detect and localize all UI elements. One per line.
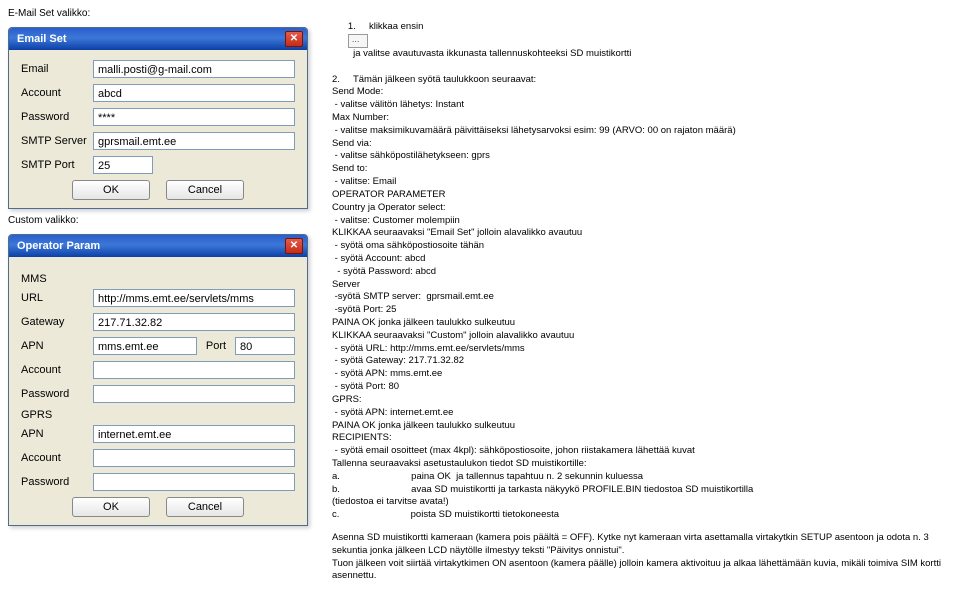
close-icon[interactable]: ✕ [285,238,303,254]
text-line: - syötä Password: abcd [332,266,952,279]
ok-button[interactable]: OK [72,497,150,517]
text-line: - syötä Account: abcd [332,253,952,266]
text-line: -syötä SMTP server: gprsmail.emt.ee [332,291,952,304]
instructions-text: 1. klikkaa ensin ja valitse avautuvasta … [332,8,952,583]
text-line: Tallenna seuraavaksi asetustaulukon tied… [332,458,952,471]
gateway-label: Gateway [21,316,93,328]
apn-field[interactable]: mms.emt.ee [93,337,197,355]
text-line: - syötä email osoitteet (max 4kpl): sähk… [332,445,952,458]
text-line: RECIPIENTS: [332,432,952,445]
smtp-port-label: SMTP Port [21,159,93,171]
apn-gprs-field[interactable]: internet.emt.ee [93,425,295,443]
text-line: PAINA OK jonka jälkeen taulukko sulkeutu… [332,420,952,433]
gprs-section-label: GPRS [21,409,295,421]
text-line: Send Mode: [332,86,952,99]
text-line: c. poista SD muistikortti tietokoneesta [332,509,952,522]
text-line: - syötä URL: http://mms.emt.ee/servlets/… [332,343,952,356]
browse-icon [348,34,368,48]
custom-caption: Custom valikko: [8,215,308,226]
smtp-port-field[interactable]: 25 [93,156,153,174]
gateway-field[interactable]: 217.71.32.82 [93,313,295,331]
text-line: - valitse: Email [332,176,952,189]
text-line: GPRS: [332,394,952,407]
close-icon[interactable]: ✕ [285,31,303,47]
text-line: - syötä APN: mms.emt.ee [332,368,952,381]
smtp-label: SMTP Server [21,135,93,147]
text-line: Send to: [332,163,952,176]
text-line: KLIKKAA seuraavaksi "Custom" jolloin ala… [332,330,952,343]
password-label: Password [21,111,93,123]
account-mms-label: Account [21,364,93,376]
smtp-field[interactable]: gprsmail.emt.ee [93,132,295,150]
text-line: - valitse maksimikuvamäärä päivittäiseks… [332,125,952,138]
text-line: Max Number: [332,112,952,125]
text-line: Send via: [332,138,952,151]
account-gprs-label: Account [21,452,93,464]
text-line: - syötä Port: 80 [332,381,952,394]
text-line: KLIKKAA seuraavaksi "Email Set" jolloin … [332,227,952,240]
email-set-title: Email Set [17,33,67,45]
text-line: (tiedostoa ei tarvitse avata!) [332,496,952,509]
text-line: - valitse: Customer molempiin [332,215,952,228]
email-set-caption: E-Mail Set valikko: [8,8,308,19]
url-field[interactable]: http://mms.emt.ee/servlets/mms [93,289,295,307]
operator-param-dialog: Operator Param ✕ MMS URL http://mms.emt.… [8,234,308,526]
text-line: - syötä Gateway: 217.71.32.82 [332,355,952,368]
ok-button[interactable]: OK [72,180,150,200]
text-line: b. avaa SD muistikortti ja tarkasta näky… [332,484,952,497]
password-mms-label: Password [21,388,93,400]
text-line: 2. Tämän jälkeen syötä taulukkoon seuraa… [332,74,952,87]
password-field[interactable]: **** [93,108,295,126]
email-set-dialog: Email Set ✕ Email malli.posti@g-mail.com… [8,27,308,209]
password-mms-field[interactable] [93,385,295,403]
account-field[interactable]: abcd [93,84,295,102]
text-line: - valitse sähköpostilähetykseen: gprs [332,150,952,163]
operator-param-title: Operator Param [17,240,100,252]
account-gprs-field[interactable] [93,449,295,467]
text-line: PAINA OK jonka jälkeen taulukko sulkeutu… [332,317,952,330]
apn-label: APN [21,340,93,352]
cancel-button[interactable]: Cancel [166,497,244,517]
account-mms-field[interactable] [93,361,295,379]
apn-gprs-label: APN [21,428,93,440]
text-line: Country ja Operator select: [332,202,952,215]
email-label: Email [21,63,93,75]
text-line: - syötä APN: internet.emt.ee [332,407,952,420]
step-1b: ja valitse avautuvasta ikkunasta tallenn… [348,48,632,59]
step-1a: 1. klikkaa ensin [348,21,429,32]
text-line: Server [332,279,952,292]
text-paragraph: Asenna SD muistikortti kameraan (kamera … [332,532,952,558]
port-label: Port [197,340,235,352]
account-label: Account [21,87,93,99]
url-label: URL [21,292,93,304]
mms-section-label: MMS [21,273,295,285]
port-field[interactable]: 80 [235,337,295,355]
text-line: OPERATOR PARAMETER [332,189,952,202]
text-line: a. paina OK ja tallennus tapahtuu n. 2 s… [332,471,952,484]
password-gprs-field[interactable] [93,473,295,491]
text-line: -syötä Port: 25 [332,304,952,317]
text-line: - valitse välitön lähetys: Instant [332,99,952,112]
text-line: - syötä oma sähköpostiosoite tähän [332,240,952,253]
password-gprs-label: Password [21,476,93,488]
text-paragraph: Tuon jälkeen voit siirtää virtakytkimen … [332,558,952,584]
email-field[interactable]: malli.posti@g-mail.com [93,60,295,78]
cancel-button[interactable]: Cancel [166,180,244,200]
